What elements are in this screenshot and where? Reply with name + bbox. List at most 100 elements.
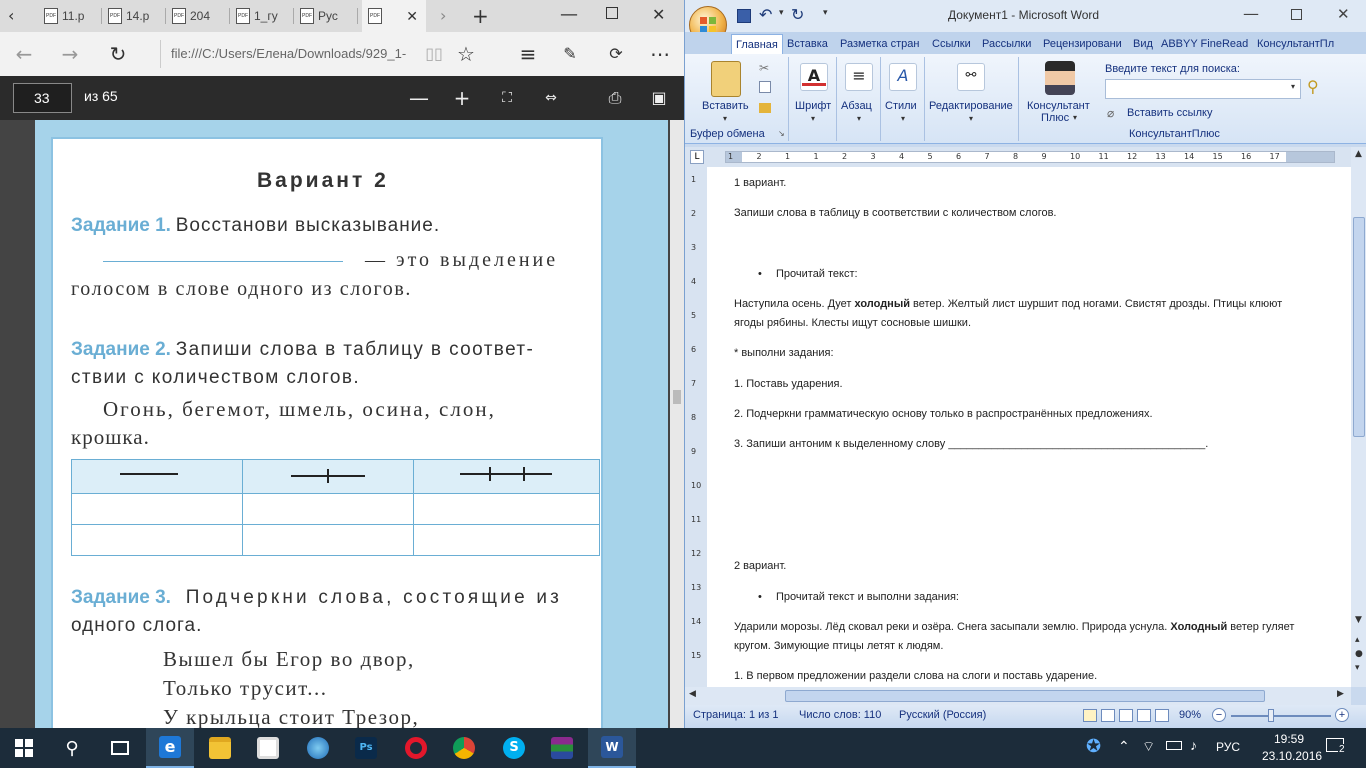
refresh-icon[interactable]: ↻ — [102, 40, 134, 68]
zoom-in-icon[interactable]: + — [1335, 708, 1349, 722]
task-view-button[interactable] — [96, 728, 144, 768]
keyboard-language[interactable]: РУС — [1216, 740, 1240, 754]
tab-selector-icon[interactable]: L — [690, 150, 704, 164]
scroll-down-icon[interactable]: ▼ — [1355, 615, 1362, 625]
view-web-icon[interactable] — [1119, 709, 1133, 722]
editing-label[interactable]: Редактирование — [929, 100, 1013, 112]
web-note-icon[interactable]: ✎ — [554, 40, 586, 68]
table-cell[interactable] — [71, 524, 243, 556]
horizontal-ruler[interactable]: L 1 2 1 1 2 3 4 5 6 7 8 9 10 11 12 13 14 15 16 17 — [685, 147, 1366, 167]
tab-back-icon[interactable]: ‹ — [8, 6, 14, 25]
format-painter-icon[interactable] — [759, 103, 771, 113]
vertical-ruler[interactable]: 1 2 3 4 5 6 7 8 9 10 11 12 13 14 15 — [685, 167, 707, 687]
scroll-thumb[interactable] — [785, 690, 1265, 702]
pdf-scrollbar[interactable] — [670, 120, 684, 728]
word-count-status[interactable]: Число слов: 110 — [799, 709, 881, 721]
edge-tab[interactable]: PDF 204 — [166, 0, 230, 32]
print-icon[interactable]: ⎙ — [601, 84, 629, 112]
document-hscrollbar[interactable]: ◀ ▶ — [685, 687, 1351, 705]
save-icon[interactable] — [737, 9, 751, 23]
consultant-label[interactable]: Консультант — [1027, 100, 1090, 112]
show-hidden-icons[interactable]: ⌃ — [1118, 738, 1130, 755]
clock-date[interactable]: 23.10.2016 — [1262, 749, 1322, 763]
people-icon[interactable]: ✪ — [1086, 736, 1101, 757]
more-icon[interactable]: ⋯ — [644, 40, 676, 68]
close-icon[interactable]: ✕ — [1337, 5, 1350, 23]
close-icon[interactable]: ✕ — [652, 5, 665, 24]
zoom-slider-thumb[interactable] — [1268, 709, 1274, 722]
scroll-up-icon[interactable]: ▲ — [1355, 149, 1362, 159]
favorite-star-icon[interactable]: ☆ — [450, 40, 482, 68]
zoom-slider[interactable] — [1231, 715, 1331, 717]
styles-label[interactable]: Стили — [885, 100, 917, 112]
zoom-out-icon[interactable]: — — [405, 84, 433, 112]
new-tab-icon[interactable]: + — [472, 4, 489, 28]
table-cell[interactable] — [71, 493, 243, 525]
dialog-launcher-icon[interactable]: ↘ — [778, 129, 785, 138]
paste-icon[interactable] — [711, 61, 741, 97]
url-field[interactable]: file:///C:/Users/Елена/Downloads/929_1- — [160, 40, 416, 68]
skype-taskbar-icon[interactable]: S — [490, 728, 538, 768]
itunes-taskbar-icon[interactable] — [294, 728, 342, 768]
undo-icon[interactable]: ↶ — [759, 5, 772, 24]
tab-consultant[interactable]: КонсультантПл — [1253, 34, 1338, 54]
share-icon[interactable]: ⟳ — [600, 40, 632, 68]
fit-page-icon[interactable]: ⛶ — [493, 84, 521, 112]
search-icon[interactable]: ⚲ — [1307, 77, 1319, 96]
zoom-level[interactable]: 90% — [1179, 709, 1201, 721]
maximize-icon[interactable] — [1291, 9, 1302, 20]
hub-icon[interactable]: ≡ — [512, 40, 544, 68]
scroll-right-icon[interactable]: ▶ — [1337, 689, 1344, 699]
search-dropdown-icon[interactable]: ▾ — [1291, 82, 1295, 91]
undo-dropdown-icon[interactable]: ▾ — [779, 8, 784, 18]
tab-abbyy[interactable]: ABBYY FineRead — [1157, 34, 1252, 54]
view-draft-icon[interactable] — [1155, 709, 1169, 722]
editing-dropdown-icon[interactable]: ▾ — [969, 114, 973, 123]
zoom-in-icon[interactable]: + — [448, 84, 476, 112]
volume-icon[interactable]: ♪ — [1190, 737, 1197, 753]
page-number-input[interactable]: 33 — [13, 83, 72, 113]
close-tab-icon[interactable]: ✕ — [406, 8, 418, 25]
scroll-thumb[interactable] — [1353, 217, 1365, 437]
document-vscrollbar[interactable]: ▲ ▼ ▴ ● ▾ — [1351, 147, 1366, 687]
redo-icon[interactable]: ↻ — [791, 5, 804, 24]
paste-label[interactable]: Вставить — [702, 100, 749, 112]
scroll-left-icon[interactable]: ◀ — [689, 689, 696, 699]
reading-view-icon[interactable]: ▯▯ — [418, 40, 450, 68]
scroll-thumb[interactable] — [673, 390, 681, 404]
table-cell[interactable] — [242, 524, 414, 556]
binoculars-icon[interactable]: ⚯ — [957, 63, 985, 91]
layout-icon[interactable]: ⇔ — [537, 84, 565, 112]
start-button[interactable] — [0, 728, 48, 768]
tab-mailings[interactable]: Рассылки — [978, 34, 1035, 54]
zoom-out-icon[interactable]: − — [1212, 708, 1226, 722]
tab-review[interactable]: Рецензировани — [1039, 34, 1126, 54]
minimize-icon[interactable]: — — [560, 4, 578, 25]
page-status[interactable]: Страница: 1 из 1 — [693, 709, 779, 721]
winrar-taskbar-icon[interactable] — [538, 728, 586, 768]
insert-link-label[interactable]: Вставить ссылку — [1127, 107, 1212, 119]
font-label[interactable]: Шрифт — [795, 100, 831, 112]
tab-forward-icon[interactable]: › — [440, 6, 446, 25]
photoshop-taskbar-icon[interactable]: Ps — [342, 728, 390, 768]
paragraph-label[interactable]: Абзац — [841, 100, 872, 112]
view-reading-icon[interactable] — [1101, 709, 1115, 722]
table-cell[interactable] — [413, 493, 600, 525]
chrome-taskbar-icon[interactable] — [440, 728, 488, 768]
explorer-taskbar-icon[interactable] — [196, 728, 244, 768]
qat-menu-icon[interactable]: ▾ — [823, 8, 828, 18]
edge-tab[interactable]: PDF 14.р — [102, 0, 166, 32]
table-cell[interactable] — [242, 493, 414, 525]
network-icon[interactable]: ⌔ — [1142, 738, 1155, 756]
store-taskbar-icon[interactable] — [244, 728, 292, 768]
save-icon[interactable]: ▣ — [645, 84, 673, 112]
edge-tab[interactable]: PDF 11.р — [38, 0, 102, 32]
paragraph-icon[interactable]: ≡ — [845, 63, 873, 91]
next-page-icon[interactable]: ▾ — [1355, 663, 1360, 673]
word-taskbar-icon[interactable]: W — [588, 728, 636, 768]
edge-tab[interactable]: PDF 1_гу — [230, 0, 294, 32]
document-page[interactable]: 1 вариант. Запиши слова в таблицу в соот… — [707, 167, 1351, 687]
paste-dropdown-icon[interactable]: ▾ — [723, 114, 727, 123]
styles-icon[interactable]: A — [889, 63, 917, 91]
tab-insert[interactable]: Вставка — [783, 34, 832, 54]
